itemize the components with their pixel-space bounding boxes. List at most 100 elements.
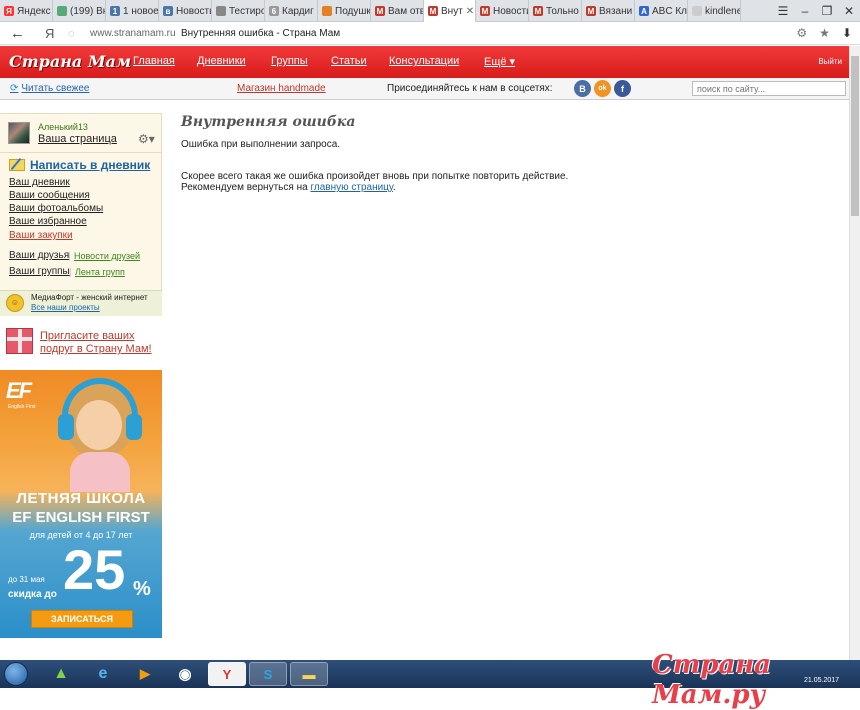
app-green-icon[interactable]: ▲ xyxy=(42,662,80,686)
nav-groups[interactable]: Группы xyxy=(271,55,308,67)
tab-label: Вязани xyxy=(599,5,633,17)
explorer-folder-icon[interactable]: ▬ xyxy=(290,662,328,686)
gift-icon[interactable] xyxy=(6,328,33,354)
ad-until: до 31 мая xyxy=(8,575,45,584)
tab-label: Вам отв xyxy=(388,5,424,17)
browser-tab[interactable]: M Внут ✕ xyxy=(424,0,476,22)
tab-favicon-icon: M xyxy=(533,6,543,16)
error-detail: Скорее всего такая же ошибка произойдет … xyxy=(181,171,569,182)
tab-label: Новости xyxy=(493,5,529,17)
url-text[interactable]: www.stranamam.ru xyxy=(90,28,176,39)
tab-label: Яндекс xyxy=(17,5,51,17)
tab-label: Внут xyxy=(441,5,463,17)
headphone-cup xyxy=(58,414,74,440)
browser-tab[interactable]: Подушк xyxy=(318,0,371,22)
mediafort-block: ☺ МедиаФорт - женский интернет Все наши … xyxy=(0,290,162,316)
browser-tab[interactable]: 6 Кардиг xyxy=(265,0,318,22)
write-diary-link[interactable]: Написать в дневник xyxy=(30,158,150,172)
browser-tab[interactable]: M Вязани xyxy=(582,0,635,22)
minimize-icon[interactable]: – xyxy=(794,0,816,22)
error-recommendation: Рекомендуем вернуться на главную страниц… xyxy=(181,182,396,193)
yandex-icon[interactable]: Я xyxy=(45,25,54,43)
all-projects-link[interactable]: Все наши проекты xyxy=(31,303,100,312)
browser-tab[interactable]: M Новости xyxy=(476,0,529,22)
chrome-icon[interactable]: ◉ xyxy=(166,662,204,686)
my-diary-link[interactable]: Ваш дневник xyxy=(9,177,70,188)
my-albums-link[interactable]: Ваши фотоальбомы xyxy=(9,203,103,214)
protect-icon[interactable]: ⚙ xyxy=(796,26,807,40)
tab-label: kindlene xyxy=(705,5,741,17)
browser-tab[interactable]: 11 новое xyxy=(106,0,159,22)
yandex-browser-icon[interactable]: Y xyxy=(208,662,246,686)
scrollbar-thumb[interactable] xyxy=(851,56,859,216)
nav-diaries[interactable]: Дневники xyxy=(197,55,246,67)
ef-ad-banner[interactable]: EF English First ЛЕТНЯЯ ШКОЛА EF ENGLISH… xyxy=(0,370,162,638)
maximize-icon[interactable]: ❐ xyxy=(816,0,838,22)
groups-feed-link[interactable]: Лента групп xyxy=(75,267,125,277)
friends-news-link[interactable]: Новости друзей xyxy=(74,251,140,261)
nav-articles[interactable]: Статьи xyxy=(331,55,367,67)
logout-link[interactable]: Выйти xyxy=(818,57,842,66)
odnoklassniki-icon[interactable]: ok xyxy=(594,80,611,97)
browser-tab[interactable]: kindlene xyxy=(688,0,741,22)
tab-favicon-icon: M xyxy=(428,6,438,16)
tab-favicon-icon xyxy=(692,6,702,16)
site-subbar: ⟳ Читать свежее Магазин handmade Присоеди… xyxy=(0,78,850,100)
media-player-icon[interactable]: ▶ xyxy=(126,662,164,686)
mediafort-text: МедиаФорт - женский интернет xyxy=(31,293,148,302)
facebook-icon[interactable]: f xyxy=(614,80,631,97)
start-button[interactable] xyxy=(4,662,28,686)
ef-logo: EF xyxy=(6,378,32,403)
browser-tab[interactable]: M Тольно xyxy=(529,0,582,22)
period: . xyxy=(392,182,396,193)
my-messages-link[interactable]: Ваши сообщения xyxy=(9,190,90,201)
gear-icon[interactable]: ⚙▾ xyxy=(138,132,155,146)
back-icon[interactable]: ← xyxy=(10,25,25,43)
your-page-link[interactable]: Ваша страница xyxy=(38,133,117,145)
download-icon[interactable]: ⬇ xyxy=(842,26,852,40)
tab-favicon-icon: A xyxy=(639,6,649,16)
tab-close-icon[interactable]: ✕ xyxy=(466,6,474,17)
skype-icon[interactable]: S xyxy=(249,662,287,686)
browser-tab[interactable]: Я Яндекс xyxy=(0,0,53,22)
browser-tab[interactable]: (199) Вк xyxy=(53,0,106,22)
handmade-shop-link[interactable]: Магазин handmade xyxy=(237,83,326,94)
ef-logo-sub: English First xyxy=(8,404,36,410)
ad-photo-body xyxy=(70,452,130,492)
divider xyxy=(0,152,162,153)
menu-icon[interactable]: ☰ xyxy=(772,0,794,22)
ad-percent: % xyxy=(133,578,151,600)
my-favorites-link[interactable]: Ваше избранное xyxy=(9,216,87,227)
tab-favicon-icon xyxy=(216,6,226,16)
nav-more[interactable]: Ещё ▾ xyxy=(484,55,515,68)
home-page-link[interactable]: главную страницу xyxy=(310,182,392,193)
read-fresh-link[interactable]: ⟳ Читать свежее xyxy=(10,83,89,94)
ad-signup-button[interactable]: ЗАПИСАТЬСЯ xyxy=(31,610,133,628)
avatar[interactable] xyxy=(8,122,30,144)
browser-tab[interactable]: A ABC Кл xyxy=(635,0,688,22)
vk-icon[interactable]: B xyxy=(574,80,591,97)
ad-headline-1: ЛЕТНЯЯ ШКОЛА xyxy=(16,490,146,507)
site-logo[interactable]: Страна Мам xyxy=(9,52,131,71)
bookmark-star-icon[interactable]: ★ xyxy=(819,26,830,40)
tab-favicon-icon xyxy=(322,6,332,16)
tab-label: Кардиг xyxy=(282,5,314,17)
username[interactable]: Аленький13 xyxy=(38,122,88,132)
read-fresh-label: Читать свежее xyxy=(21,83,90,94)
ad-headline-2: EF ENGLISH FIRST xyxy=(12,509,150,526)
nav-home[interactable]: Главная xyxy=(133,55,175,67)
tab-label: 1 новое xyxy=(123,5,159,17)
close-icon[interactable]: ✕ xyxy=(838,0,860,22)
browser-tab[interactable]: в Новость xyxy=(159,0,212,22)
my-purchases-link[interactable]: Ваши закупки xyxy=(9,230,73,241)
social-label: Присоединяйтесь к нам в соцсетях: xyxy=(387,83,553,94)
separator: | xyxy=(68,251,71,261)
invite-friends-link[interactable]: Пригласите ваших подруг в Страну Мам! xyxy=(40,330,155,356)
search-input[interactable] xyxy=(692,81,846,96)
browser-tab[interactable]: M Вам отв xyxy=(371,0,424,22)
my-groups-link[interactable]: Ваши группы xyxy=(9,266,70,277)
nav-consultations[interactable]: Консультации xyxy=(389,55,459,67)
internet-explorer-icon[interactable]: e xyxy=(84,662,122,686)
browser-tab[interactable]: Тестиро xyxy=(212,0,265,22)
my-friends-link[interactable]: Ваши друзья xyxy=(9,250,69,261)
